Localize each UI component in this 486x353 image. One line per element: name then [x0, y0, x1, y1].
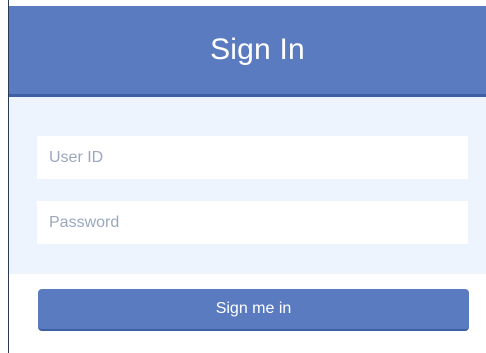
- user-id-field[interactable]: [37, 136, 468, 179]
- left-edge-divider: [0, 0, 9, 353]
- sign-in-header: Sign In: [9, 6, 486, 97]
- sign-in-form: [9, 97, 486, 274]
- sign-in-page: Sign In Sign me in: [0, 0, 486, 353]
- page-title: Sign In: [210, 33, 305, 66]
- password-field[interactable]: [37, 201, 468, 244]
- sign-me-in-button[interactable]: Sign me in: [38, 289, 469, 331]
